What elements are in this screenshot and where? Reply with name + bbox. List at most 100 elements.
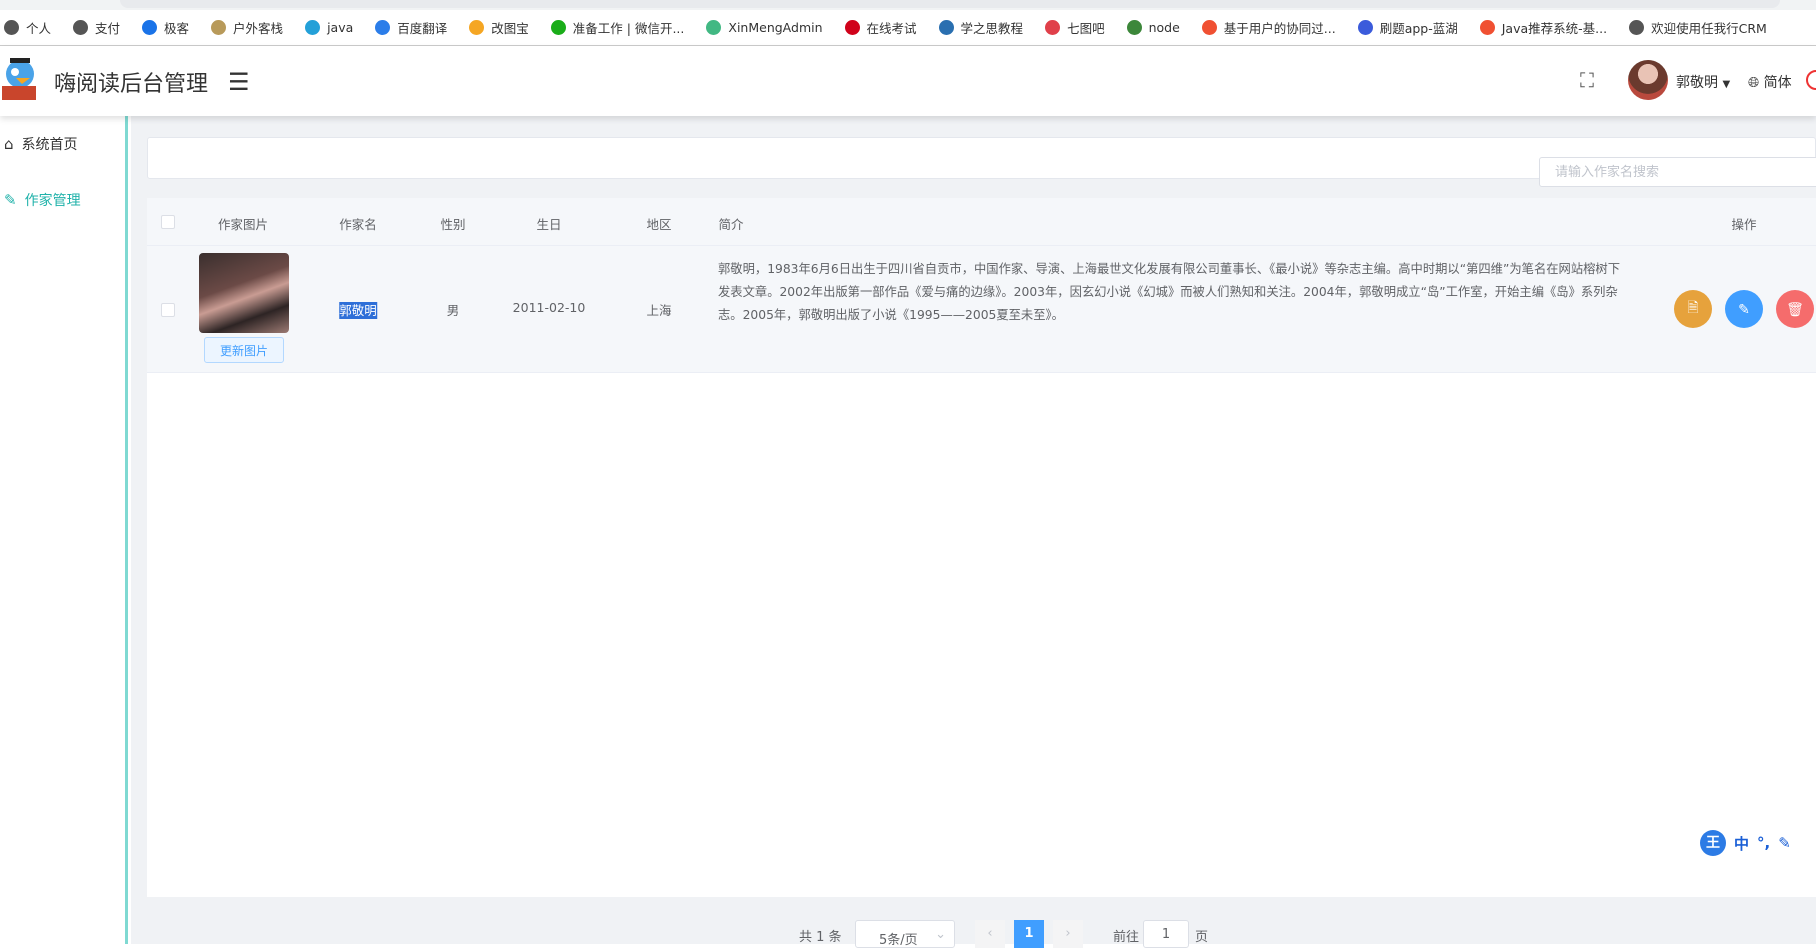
sidebar: ⌂ 系统首页 ✎ 作家管理 [0, 116, 128, 944]
document-icon: 🗎 [1687, 299, 1699, 315]
fullscreen-icon[interactable]: ⛶ [1580, 68, 1594, 92]
bookmark-label: XinMengAdmin [728, 20, 823, 35]
bookmark-label: 极客 [164, 21, 190, 36]
bookmark-label: 个人 [26, 21, 52, 36]
home-icon: ⌂ [4, 135, 14, 153]
bookmark-item[interactable]: 七图吧 [1045, 18, 1105, 37]
bookmark-favicon-icon [938, 20, 954, 35]
col-birthday: 生日 [536, 217, 562, 232]
bookmark-item[interactable]: java [305, 20, 353, 35]
bookmark-item[interactable]: 刷题app-蓝湖 [1357, 18, 1458, 37]
bookmark-favicon-icon [375, 20, 391, 35]
col-gender: 性别 [440, 217, 466, 232]
bookmark-favicon-icon [1357, 20, 1373, 35]
page-size-value: 5条/页 [879, 933, 918, 948]
col-name: 作家名 [339, 217, 377, 232]
language-label: 简体 [1763, 75, 1792, 91]
bookmark-item[interactable]: 极客 [142, 18, 189, 37]
avatar[interactable] [1628, 60, 1668, 100]
bookmarks-bar: 个人 支付 极客 户外客栈 java 百度翻译 改图宝 准备工作 | 微信开... XinMen… [0, 10, 1816, 46]
bookmark-label: 改图宝 [491, 21, 529, 36]
sidebar-item-label: 系统首页 [21, 137, 78, 153]
bookmark-item[interactable]: 欢迎使用任我行CRM [1629, 18, 1767, 37]
edit-button[interactable]: ✎ [1725, 290, 1763, 328]
bookmark-label: 基于用户的协同过... [1223, 21, 1336, 36]
bookmark-item[interactable]: 个人 [4, 18, 51, 37]
edit-icon: ✎ [1738, 300, 1750, 317]
bookmark-item[interactable]: 百度翻译 [375, 18, 447, 37]
ime-logo-icon: 王 [1700, 830, 1726, 856]
bookmark-label: 户外客栈 [233, 21, 284, 36]
detail-button[interactable]: 🗎 [1674, 290, 1712, 328]
bookmark-label: 支付 [95, 21, 121, 36]
bookmark-label: 刷题app-蓝湖 [1379, 21, 1458, 36]
bookmark-item[interactable]: 户外客栈 [211, 18, 283, 37]
bookmark-favicon-icon [1126, 20, 1142, 35]
punctuation-icon[interactable]: °, [1757, 834, 1770, 852]
col-region: 地区 [646, 217, 672, 232]
bookmark-item[interactable]: 准备工作 | 微信开... [550, 18, 685, 37]
author-region: 上海 [646, 303, 672, 318]
bookmark-favicon-icon [844, 20, 860, 35]
author-photo [199, 253, 289, 333]
ime-toolbar[interactable]: 王中 °, ✎ [1700, 828, 1816, 858]
edit-icon: ✎ [4, 191, 17, 209]
bookmark-favicon-icon [142, 20, 158, 35]
bookmark-favicon-icon [469, 20, 485, 35]
bookmark-item[interactable]: 基于用户的协同过... [1201, 18, 1336, 37]
logo-icon [2, 58, 36, 100]
bookmark-favicon-icon [1045, 20, 1061, 35]
delete-button[interactable]: 🗑︎ [1776, 290, 1814, 328]
bookmark-favicon-icon [1201, 20, 1217, 35]
bookmark-favicon-icon [706, 20, 722, 35]
pen-icon[interactable]: ✎ [1778, 834, 1791, 852]
bookmark-label: java [327, 20, 354, 35]
bookmark-label: 学之思教程 [960, 21, 1024, 36]
pagination-total: 共 1 条 [799, 930, 842, 945]
sidebar-item-label: 作家管理 [24, 193, 81, 209]
page-suffix: 页 [1195, 930, 1209, 945]
row-checkbox[interactable] [161, 303, 175, 317]
sidebar-item-home[interactable]: ⌂ 系统首页 [0, 124, 125, 164]
bookmark-item[interactable]: 改图宝 [469, 18, 529, 37]
bookmark-favicon-icon [4, 20, 19, 35]
ime-mode[interactable]: 中 [1734, 833, 1749, 854]
hamburger-icon[interactable]: ☰ [228, 68, 250, 96]
bookmark-label: 七图吧 [1067, 21, 1105, 36]
bookmark-item[interactable]: XinMengAdmin [706, 20, 823, 35]
bookmark-item[interactable]: 在线考试 [844, 18, 917, 37]
author-gender: 男 [446, 303, 460, 318]
update-photo-button[interactable]: 更新图片 [204, 337, 284, 363]
table-header: 作家图片 作家名 性别 生日 地区 简介 操作 [147, 198, 1816, 246]
sidebar-item-authors[interactable]: ✎ 作家管理 [0, 180, 125, 220]
delete-icon: 🗑︎ [1786, 300, 1804, 317]
bookmark-favicon-icon [1479, 20, 1495, 35]
author-bio: 郭敬明，1983年6月6日出生于四川省自贡市，中国作家、导演、上海最世文化发展有… [718, 262, 1621, 322]
bookmark-favicon-icon [1629, 20, 1645, 35]
pagination: 共 1 条 5条/页⌄ ‹ 1 › 前往 页 [131, 918, 1816, 948]
bookmark-item[interactable]: 支付 [73, 18, 120, 37]
bookmark-label: 准备工作 | 微信开... [572, 21, 685, 36]
select-all-checkbox[interactable] [161, 215, 175, 229]
col-actions: 操作 [1731, 217, 1757, 232]
col-bio: 简介 [718, 217, 744, 232]
bookmark-label: Java推荐系统-基... [1501, 21, 1608, 36]
bookmark-item[interactable]: 学之思教程 [938, 18, 1024, 37]
bookmark-label: 欢迎使用任我行CRM [1651, 21, 1767, 36]
address-bar[interactable] [120, 0, 1780, 8]
goto-label: 前往 [1113, 930, 1140, 945]
user-dropdown[interactable]: 郭敬明 ▼ [1676, 72, 1730, 92]
bookmark-label: 百度翻译 [397, 21, 448, 36]
bookmark-favicon-icon [550, 20, 566, 35]
bookmark-item[interactable]: node [1126, 20, 1180, 35]
app-header: 嗨阅读后台管理 ☰ ⛶ 郭敬明 ▼ 🌐︎ 简体 [0, 46, 1816, 116]
authors-table: 作家图片 作家名 性别 生日 地区 简介 操作 更新图片 郭敬明 男 2011-… [147, 198, 1816, 897]
bookmark-item[interactable]: Java推荐系统-基... [1479, 18, 1608, 37]
power-icon[interactable] [1806, 70, 1816, 90]
search-input[interactable] [1539, 157, 1816, 187]
language-switch[interactable]: 🌐︎ 简体 [1748, 72, 1792, 92]
app-title: 嗨阅读后台管理 [54, 72, 209, 97]
author-name: 郭敬明 [339, 302, 377, 319]
caret-down-icon: ▼ [1722, 79, 1731, 90]
chevron-down-icon: ⌄ [935, 927, 946, 942]
